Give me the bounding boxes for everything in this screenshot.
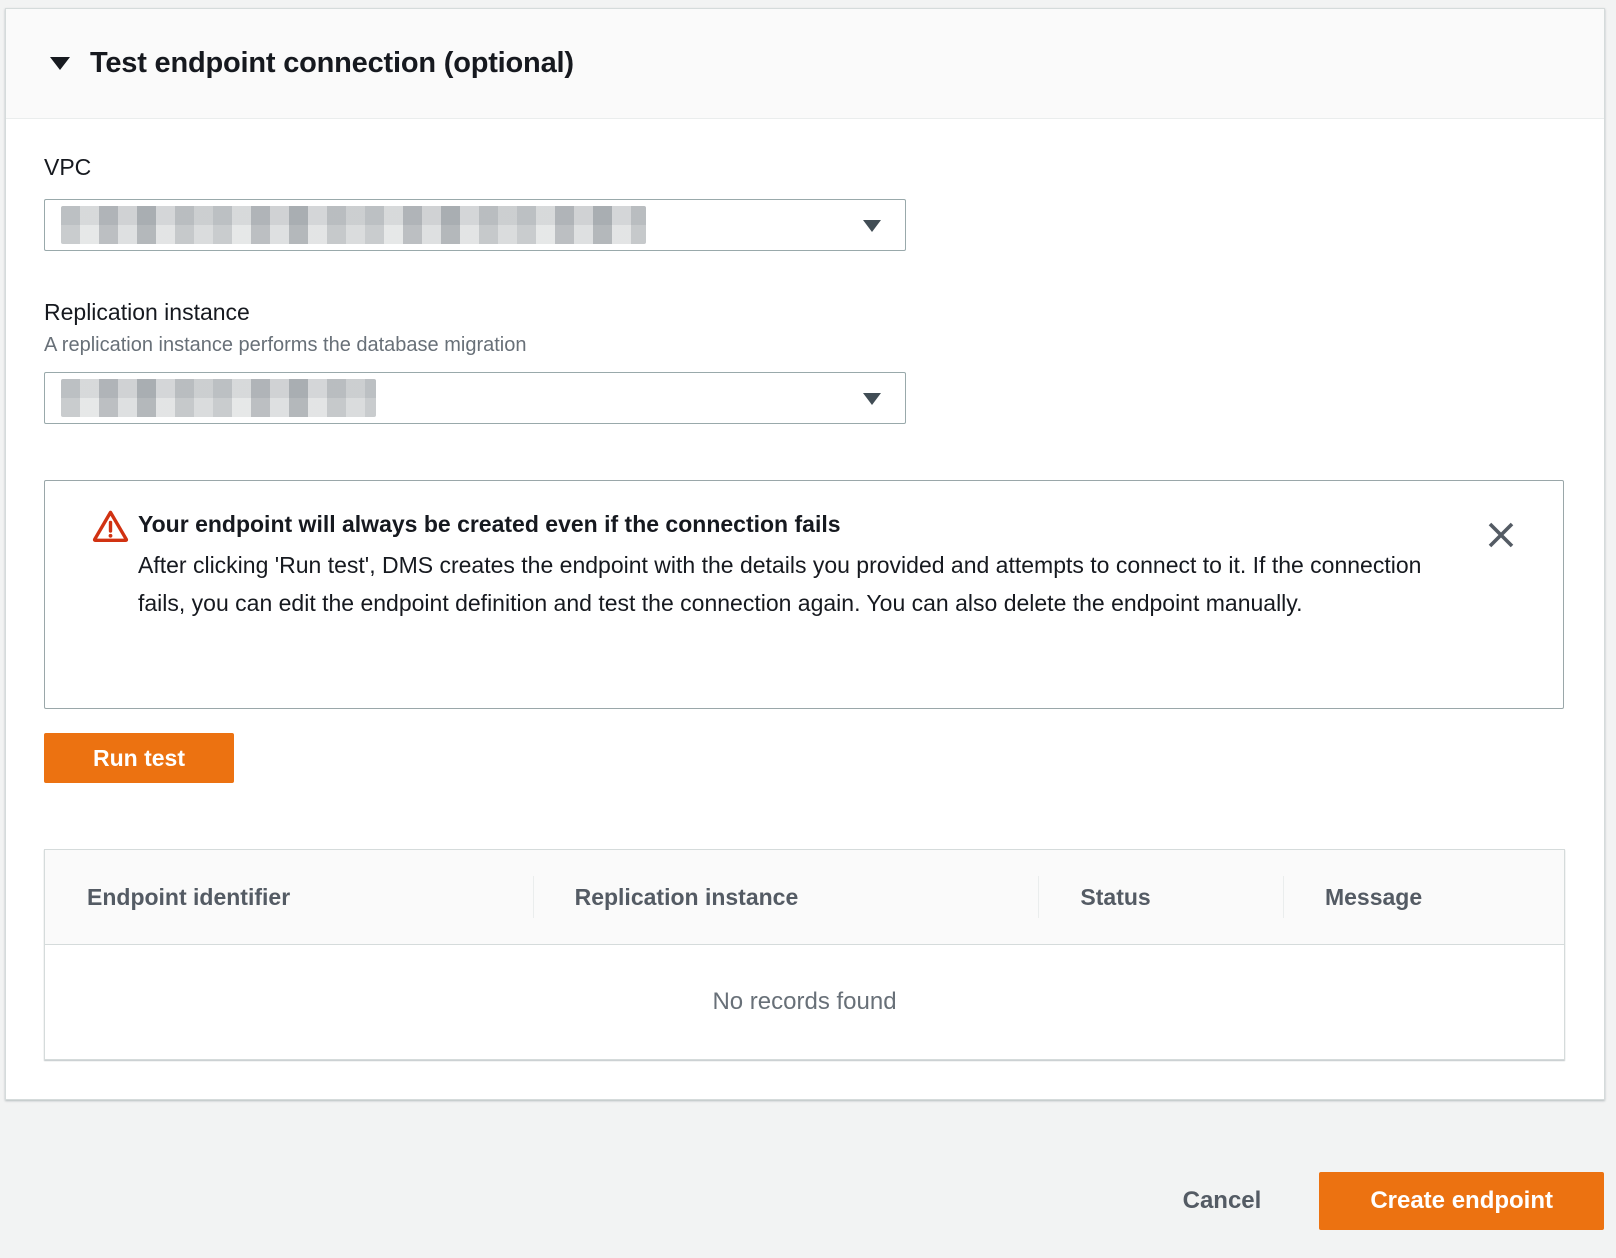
warning-triangle-icon <box>92 509 129 543</box>
test-endpoint-section-card: Test endpoint connection (optional) VPC … <box>5 8 1605 1100</box>
table-empty-message: No records found <box>45 945 1564 1059</box>
run-test-button[interactable]: Run test <box>44 733 234 783</box>
connection-test-results-table: Endpoint identifier Replication instance… <box>44 849 1565 1060</box>
replication-instance-label: Replication instance <box>44 298 1604 326</box>
vpc-redacted-value <box>61 206 646 244</box>
replication-instance-field: Replication instance A replication insta… <box>44 298 1604 424</box>
alert-body: After clicking 'Run test', DMS creates t… <box>138 546 1438 622</box>
alert-content: Your endpoint will always be created eve… <box>138 508 1438 622</box>
column-header-message: Message <box>1283 850 1564 944</box>
replication-instance-redacted-value <box>61 379 376 417</box>
replication-instance-description: A replication instance performs the data… <box>44 332 1604 358</box>
close-icon <box>1486 520 1516 550</box>
table-header-row: Endpoint identifier Replication instance… <box>45 850 1564 945</box>
collapse-triangle-icon <box>50 57 70 70</box>
vpc-select[interactable] <box>44 199 906 251</box>
dropdown-caret-icon <box>863 220 881 232</box>
vpc-field: VPC <box>44 153 1604 251</box>
create-endpoint-button[interactable]: Create endpoint <box>1319 1172 1604 1230</box>
replication-instance-select[interactable] <box>44 372 906 424</box>
section-header[interactable]: Test endpoint connection (optional) <box>6 9 1604 119</box>
warning-alert: Your endpoint will always be created eve… <box>44 480 1564 709</box>
section-title: Test endpoint connection (optional) <box>90 47 574 80</box>
page-footer-actions: Cancel Create endpoint <box>0 1100 1616 1258</box>
vpc-label: VPC <box>44 153 1604 181</box>
alert-close-button[interactable] <box>1483 517 1519 553</box>
cancel-button[interactable]: Cancel <box>1183 1187 1262 1215</box>
dropdown-caret-icon <box>863 393 881 405</box>
section-body: VPC Replication instance A replication i… <box>6 153 1604 1060</box>
alert-title: Your endpoint will always be created eve… <box>138 508 1438 540</box>
column-header-replication-instance: Replication instance <box>533 850 1039 944</box>
column-header-status: Status <box>1038 850 1283 944</box>
column-header-endpoint-identifier: Endpoint identifier <box>45 850 533 944</box>
